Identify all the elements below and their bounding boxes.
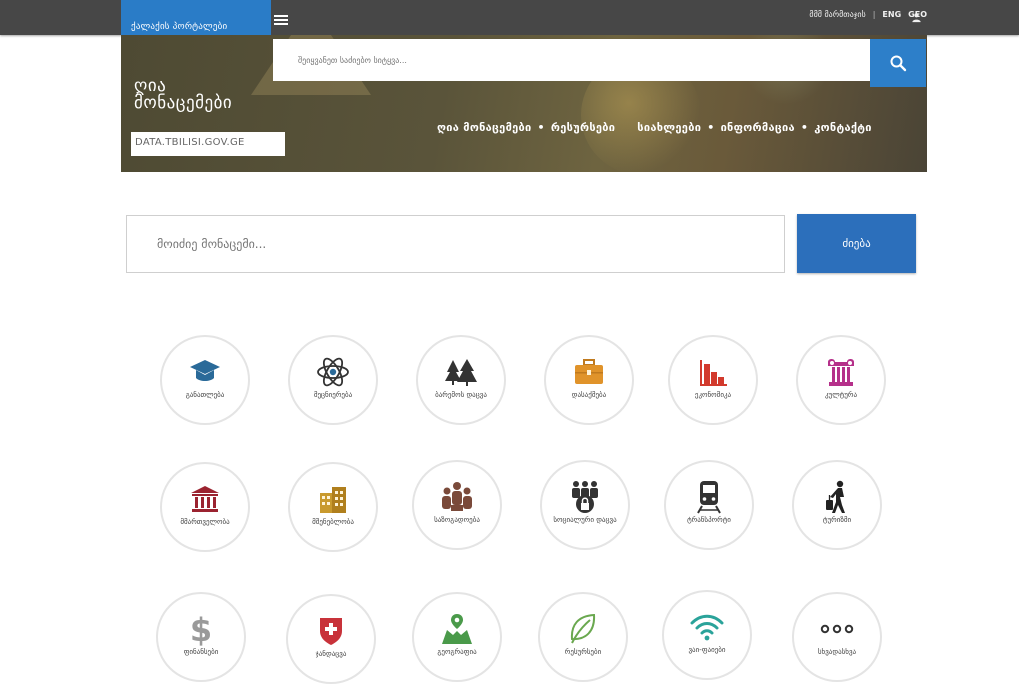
lang-en-link[interactable]: ENG [882, 10, 901, 19]
top-search-button[interactable] [870, 39, 926, 87]
city-portals-label: ქალაქის პორტალები [131, 22, 228, 32]
site-title-line2: მონაცემები [134, 93, 233, 113]
hero-navigation: ღია მონაცემები • რესურსები სიახლეები • ი… [437, 121, 872, 134]
category-healthcare[interactable]: ჯანდაცვა [286, 594, 376, 684]
dataset-search-input[interactable] [126, 215, 785, 273]
category-tourism[interactable]: ტურიზმი [792, 460, 882, 550]
category-label: დასაქმება [571, 391, 607, 399]
briefcase-icon [572, 355, 606, 389]
nav-info[interactable]: ინფორმაცია [721, 121, 795, 134]
user-icon[interactable] [911, 12, 922, 23]
site-domain: DATA.TBILISI.GOV.GE [131, 132, 285, 156]
category-label: ფინანსები [183, 648, 219, 656]
category-employment[interactable]: დასაქმება [544, 335, 634, 425]
hamburger-menu-icon[interactable] [274, 15, 288, 26]
svg-text:$: $ [190, 612, 212, 646]
category-education[interactable]: განათლება [160, 335, 250, 425]
category-label: რესურსები [564, 648, 602, 656]
top-search-input[interactable] [273, 39, 870, 81]
nav-news[interactable]: სიახლეები [637, 121, 701, 134]
category-label: ვაი-ფაიები [688, 646, 726, 654]
category-label: მმართველობა [180, 518, 230, 526]
trees-icon [444, 355, 478, 389]
dollar-icon: $ [184, 612, 218, 646]
category-label: მშენებლობა [312, 518, 354, 526]
category-label: მეცნიერება [313, 391, 353, 399]
buildings-icon [316, 482, 350, 516]
more-dots-icon [820, 612, 854, 646]
category-construction[interactable]: მშენებლობა [288, 462, 378, 552]
medical-shield-icon [314, 614, 348, 648]
nav-bullet: • [537, 121, 545, 134]
bar-chart-icon [696, 355, 730, 389]
category-label: კულტურა [824, 391, 858, 399]
category-label: განათლება [185, 391, 225, 399]
nav-contact[interactable]: კონტაქტი [814, 121, 872, 134]
nav-bullet: • [707, 121, 715, 134]
category-environment[interactable]: ბარემოს დაცვა [416, 335, 506, 425]
nav-bullet: • [800, 121, 809, 134]
category-social-security[interactable]: სოციალური დაცვა [540, 460, 630, 550]
site-title[interactable]: ღია მონაცემები [134, 78, 232, 112]
category-society[interactable]: საზოგადოება [412, 460, 502, 550]
category-governance[interactable]: მმართველობა [160, 462, 250, 552]
map-pin-icon [440, 612, 474, 646]
traveler-icon [820, 480, 854, 514]
category-label: ტურიზმი [822, 516, 852, 524]
people-group-icon [440, 480, 474, 514]
leaf-icon [566, 612, 600, 646]
category-geography[interactable]: გეოგრაფია [412, 592, 502, 682]
nav-open-data[interactable]: ღია მონაცემები [437, 121, 532, 134]
login-link[interactable]: მმმ მარმთაჯის [809, 10, 865, 19]
nav-gap [619, 121, 633, 134]
category-finance[interactable]: $ ფინანსები [156, 592, 246, 682]
category-label: ჯანდაცვა [315, 650, 347, 658]
people-lock-icon [568, 480, 602, 514]
search-icon [890, 55, 907, 72]
category-culture[interactable]: კულტურა [796, 335, 886, 425]
category-economy[interactable]: ეკონომიკა [668, 335, 758, 425]
category-label: სხვადასხვა [817, 648, 857, 656]
category-label: ტრანსპორტი [687, 516, 731, 524]
category-resources[interactable]: რესურსები [538, 592, 628, 682]
category-label: ბარემოს დაცვა [435, 391, 487, 399]
topbar-separator: | [872, 10, 876, 19]
train-icon [692, 480, 726, 514]
category-wifi[interactable]: ვაი-ფაიები [662, 590, 752, 680]
category-transport[interactable]: ტრანსპორტი [664, 460, 754, 550]
column-icon [824, 355, 858, 389]
nav-resources[interactable]: რესურსები [551, 121, 615, 134]
atom-icon [316, 355, 350, 389]
topbar-links: მმმ მარმთაჯის | ENG GEO [809, 10, 927, 19]
category-label: ეკონომიკა [694, 391, 732, 399]
graduation-cap-icon [188, 355, 222, 389]
wifi-icon [690, 610, 724, 644]
dataset-search-button[interactable]: ძიება [797, 214, 916, 273]
category-other[interactable]: სხვადასხვა [792, 592, 882, 682]
category-label: საზოგადოება [434, 516, 480, 524]
government-building-icon [188, 482, 222, 516]
category-science[interactable]: მეცნიერება [288, 335, 378, 425]
category-label: სოციალური დაცვა [553, 516, 617, 524]
category-label: გეოგრაფია [437, 648, 477, 656]
